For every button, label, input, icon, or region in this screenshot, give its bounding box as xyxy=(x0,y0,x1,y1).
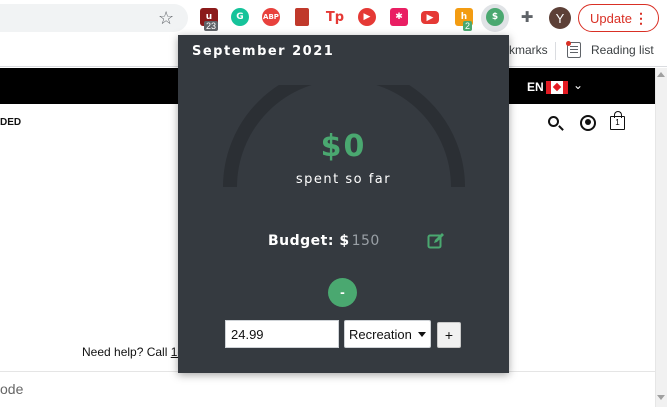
help-text: Need help? Call 1- xyxy=(82,345,181,359)
grammarly-icon[interactable]: G xyxy=(231,8,249,26)
chevron-down-icon[interactable]: ⌄ xyxy=(573,78,583,92)
update-label: Update xyxy=(590,10,632,26)
budget-line: Budget: $150 xyxy=(268,233,380,249)
budget-popup: September 2021 $0 spent so far Budget: $… xyxy=(178,35,509,373)
edit-budget-icon[interactable] xyxy=(427,232,445,250)
scroll-down-arrow-icon[interactable] xyxy=(657,395,665,400)
code-input-fragment[interactable]: ode xyxy=(0,381,23,397)
cart-count: 1 xyxy=(615,118,620,127)
book-icon[interactable] xyxy=(295,8,309,26)
adblock-plus-icon[interactable]: ABP xyxy=(262,8,280,26)
page-scrollbar[interactable] xyxy=(655,68,667,407)
search-icon[interactable] xyxy=(548,116,559,127)
account-icon[interactable] xyxy=(580,115,596,131)
reading-list-label[interactable]: Reading list xyxy=(591,43,654,57)
cart-icon[interactable]: 1 xyxy=(610,111,625,130)
select-chevron-icon xyxy=(418,331,426,337)
reading-list-dot-icon xyxy=(566,41,571,46)
ublock-badge: 23 xyxy=(204,21,219,31)
add-expense-button[interactable]: + xyxy=(437,322,461,348)
category-selected: Recreation xyxy=(349,326,412,342)
popup-month-title: September 2021 xyxy=(192,44,335,59)
subtract-button[interactable]: - xyxy=(328,278,357,307)
youtube-icon[interactable]: ▶ xyxy=(421,11,439,24)
browser-toolbar: ☆ u 23 G ABP Tp ▶ ✱ ▶ h 2 $ ✚ Y Update ⋮ xyxy=(0,0,667,37)
honey-badge: 2 xyxy=(463,21,473,31)
language-label[interactable]: EN xyxy=(527,80,544,94)
budget-value: 150 xyxy=(351,233,380,249)
budget-label: Budget: $ xyxy=(268,233,350,249)
help-prefix: Need help? Call xyxy=(82,345,171,359)
budget-extension-icon[interactable]: $ xyxy=(486,8,504,26)
bookmarks-label[interactable]: kmarks xyxy=(509,43,548,57)
profile-avatar[interactable]: Y xyxy=(549,7,571,29)
bookmarks-separator xyxy=(555,42,556,60)
page-heading-fragment: DED xyxy=(0,117,22,128)
scroll-up-arrow-icon[interactable] xyxy=(657,72,665,77)
update-button[interactable]: Update ⋮ xyxy=(578,4,659,32)
bookmark-star-icon[interactable]: ☆ xyxy=(158,8,174,28)
canada-flag-icon[interactable] xyxy=(546,81,568,94)
extensions-puzzle-icon[interactable]: ✚ xyxy=(518,8,536,26)
play-icon[interactable]: ▶ xyxy=(358,8,376,26)
calendar-icon[interactable]: ✱ xyxy=(390,8,408,26)
menu-dots-icon: ⋮ xyxy=(634,10,648,26)
category-select[interactable]: Recreation xyxy=(344,320,431,348)
amount-input[interactable] xyxy=(225,320,339,348)
spent-label: spent so far xyxy=(295,172,392,187)
tp-icon[interactable]: Tp xyxy=(326,8,344,26)
spent-amount: $0 xyxy=(320,129,367,164)
